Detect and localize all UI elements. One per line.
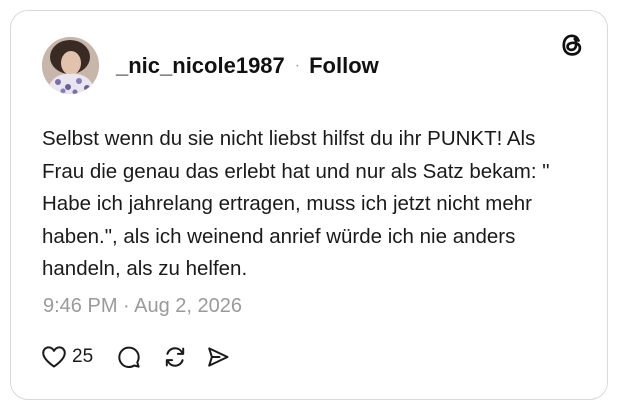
repost-icon — [165, 347, 185, 367]
post-header: _nic_nicole1987 · Follow — [116, 53, 379, 79]
avatar[interactable] — [42, 37, 99, 94]
avatar-image — [42, 37, 99, 94]
post-card: _nic_nicole1987 · Follow Selbst wenn du … — [10, 10, 608, 400]
like-count: 25 — [72, 346, 94, 367]
threads-logo-icon[interactable] — [558, 31, 586, 59]
heart-icon — [42, 346, 66, 368]
post-actions: 25 — [41, 343, 230, 371]
like-button[interactable]: 25 — [41, 345, 93, 369]
post-body-text: Selbst wenn du sie nicht liebst hilfst d… — [42, 127, 550, 280]
follow-button[interactable]: Follow — [309, 53, 379, 79]
username-link[interactable]: _nic_nicole1987 — [116, 53, 285, 79]
header-separator: · — [294, 57, 301, 74]
share-icon — [208, 347, 229, 367]
comment-icon — [118, 346, 140, 368]
reply-button[interactable] — [117, 345, 141, 369]
repost-button[interactable] — [163, 345, 187, 369]
post-timestamp[interactable]: 9:46 PM · Aug 2, 2026 — [43, 295, 242, 318]
share-button[interactable] — [206, 345, 230, 369]
